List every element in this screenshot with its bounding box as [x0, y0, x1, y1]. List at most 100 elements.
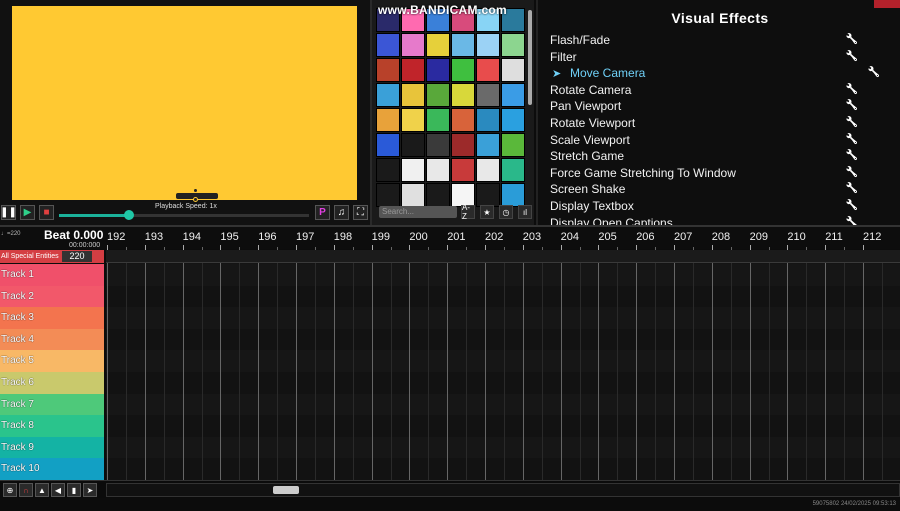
wrench-icon[interactable]: 🔧: [846, 132, 858, 149]
snap-button[interactable]: ∩: [19, 483, 33, 497]
scrollbar-thumb[interactable]: [273, 486, 299, 494]
wrench-icon[interactable]: 🔧: [846, 148, 858, 165]
track-header[interactable]: Track 10: [0, 458, 104, 480]
play-button[interactable]: ▶: [20, 205, 35, 220]
event-icon[interactable]: [501, 183, 525, 207]
effect-item[interactable]: Rotate Viewport 🔧: [538, 115, 900, 132]
wrench-icon[interactable]: 🔧: [846, 98, 858, 115]
p-toggle-button[interactable]: P: [315, 205, 330, 220]
sort-az-button[interactable]: A-Z: [461, 203, 475, 221]
icon-grid-scrollbar[interactable]: [528, 10, 532, 105]
bpm-field[interactable]: 220: [62, 251, 92, 262]
speed-slider-knob[interactable]: [124, 210, 134, 220]
wrench-icon[interactable]: 🔧: [846, 49, 858, 66]
event-icon[interactable]: [426, 183, 450, 207]
event-icon[interactable]: [376, 158, 400, 182]
event-icon[interactable]: [501, 83, 525, 107]
event-icon[interactable]: [501, 158, 525, 182]
effect-item[interactable]: Rotate Camera 🔧: [538, 82, 900, 99]
fullscreen-button[interactable]: ⛶: [353, 205, 368, 220]
audio-button[interactable]: ◀: [51, 483, 65, 497]
event-icon[interactable]: [426, 158, 450, 182]
event-icon[interactable]: [501, 133, 525, 157]
track-header[interactable]: Track 3: [0, 307, 104, 329]
event-icon[interactable]: [426, 133, 450, 157]
event-icon[interactable]: [476, 108, 500, 132]
wrench-icon[interactable]: 🔧: [846, 165, 858, 182]
metronome-toggle-button[interactable]: ▲: [35, 483, 49, 497]
event-icon[interactable]: [376, 58, 400, 82]
event-icon[interactable]: [376, 33, 400, 57]
wrench-icon[interactable]: 🔧: [868, 65, 880, 82]
event-icon[interactable]: [451, 133, 475, 157]
wrench-icon[interactable]: 🔧: [846, 32, 858, 49]
event-icon[interactable]: [451, 83, 475, 107]
event-icon[interactable]: [401, 33, 425, 57]
recent-button[interactable]: ◷: [499, 205, 513, 219]
pause-button[interactable]: ❚❚: [0, 205, 17, 220]
stop-button[interactable]: ■: [39, 205, 54, 220]
event-icon[interactable]: [401, 83, 425, 107]
timeline-horizontal-scrollbar[interactable]: [106, 483, 900, 497]
zoom-button[interactable]: ⊕: [3, 483, 17, 497]
effect-item[interactable]: Pan Viewport 🔧: [538, 98, 900, 115]
event-icon[interactable]: [401, 58, 425, 82]
effect-item[interactable]: Flash/Fade 🔧: [538, 32, 900, 49]
event-search-input[interactable]: Search...: [379, 206, 457, 218]
effect-item[interactable]: Force Game Stretching To Window 🔧: [538, 165, 900, 182]
event-icon[interactable]: [376, 108, 400, 132]
track-header[interactable]: Track 4: [0, 328, 104, 351]
effect-item[interactable]: Screen Shake 🔧: [538, 181, 900, 198]
event-icon[interactable]: [376, 83, 400, 107]
track-header[interactable]: Track 1: [0, 264, 104, 286]
effect-item[interactable]: Scale Viewport 🔧: [538, 132, 900, 149]
event-icon[interactable]: [376, 183, 400, 207]
wrench-icon[interactable]: 🔧: [846, 115, 858, 132]
bookmark-button[interactable]: ▮: [67, 483, 81, 497]
event-icon[interactable]: [376, 133, 400, 157]
event-icon[interactable]: [476, 33, 500, 57]
event-icon[interactable]: [476, 83, 500, 107]
event-icon[interactable]: [426, 58, 450, 82]
stats-button[interactable]: ıl: [518, 205, 532, 219]
track-header[interactable]: Track 6: [0, 371, 104, 394]
event-icon[interactable]: [451, 58, 475, 82]
track-header[interactable]: Track 2: [0, 285, 104, 308]
event-icon[interactable]: [426, 83, 450, 107]
event-icon[interactable]: [401, 183, 425, 207]
event-icon[interactable]: [451, 108, 475, 132]
track-header[interactable]: Track 5: [0, 350, 104, 372]
event-icon[interactable]: [401, 108, 425, 132]
effect-item[interactable]: Display Open Captions 🔧: [538, 215, 900, 225]
event-icon[interactable]: [401, 133, 425, 157]
effect-item[interactable]: Display Textbox 🔧: [538, 198, 900, 215]
wrench-icon[interactable]: 🔧: [846, 215, 858, 225]
wrench-icon[interactable]: 🔧: [846, 82, 858, 99]
event-icon[interactable]: [476, 183, 500, 207]
effect-item[interactable]: Filter 🔧: [538, 49, 900, 66]
event-icon[interactable]: [426, 108, 450, 132]
track-header[interactable]: Track 7: [0, 393, 104, 416]
wrench-icon[interactable]: 🔧: [846, 198, 858, 215]
effect-item[interactable]: ➤ Move Camera 🔧: [538, 65, 900, 82]
preview-screen[interactable]: [12, 6, 357, 202]
wrench-icon[interactable]: 🔧: [846, 181, 858, 198]
effect-item[interactable]: Stretch Game 🔧: [538, 148, 900, 165]
track-header[interactable]: Track 9: [0, 436, 104, 459]
metronome-button[interactable]: ♫: [334, 205, 349, 220]
event-icon[interactable]: [401, 158, 425, 182]
cursor-button[interactable]: ➤: [83, 483, 97, 497]
playback-speed-slider[interactable]: [59, 214, 309, 217]
event-icon[interactable]: [501, 33, 525, 57]
event-icon[interactable]: [451, 33, 475, 57]
special-entities-lane[interactable]: [106, 250, 900, 263]
track-header[interactable]: Track 8: [0, 415, 104, 437]
event-icon[interactable]: [476, 158, 500, 182]
event-icon[interactable]: [426, 33, 450, 57]
event-icon[interactable]: [501, 108, 525, 132]
event-icon[interactable]: [476, 133, 500, 157]
event-icon[interactable]: [501, 58, 525, 82]
timeline-grid[interactable]: [106, 250, 900, 480]
favorites-button[interactable]: ★: [480, 205, 494, 219]
event-icon[interactable]: [451, 158, 475, 182]
